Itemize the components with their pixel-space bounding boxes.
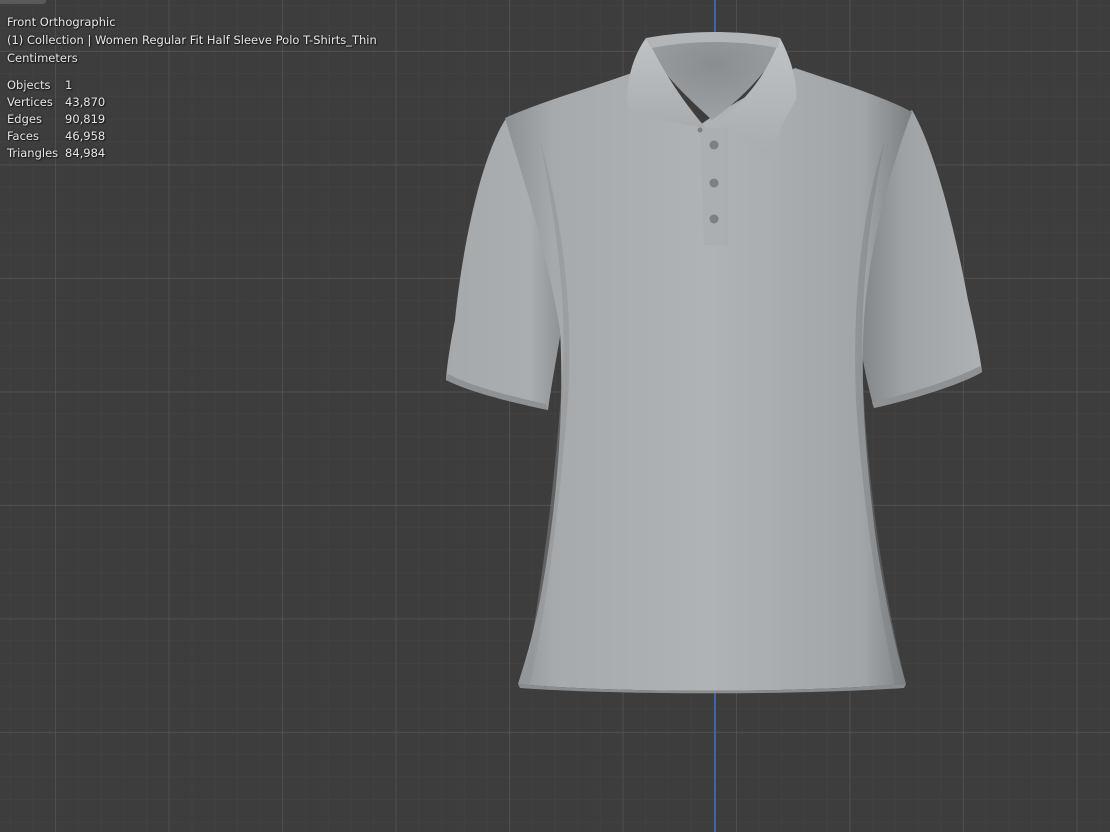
button-3 — [709, 214, 719, 224]
stat-label: Objects — [7, 78, 51, 92]
view-name-label: Front Orthographic — [7, 15, 116, 29]
stat-value: 43,870 — [65, 95, 106, 109]
stat-label: Edges — [7, 112, 42, 126]
stat-row-triangles: Triangles 84,984 — [7, 145, 105, 162]
stat-row-vertices: Vertices 43,870 — [7, 94, 105, 111]
stat-value: 1 — [65, 78, 73, 92]
collection-name-label: (1) Collection | Women Regular Fit Half … — [7, 33, 377, 47]
stat-row-edges: Edges 90,819 — [7, 111, 105, 128]
stat-value: 46,958 — [65, 129, 106, 143]
scene-statistics: Objects 1 Vertices 43,870 Edges 90,819 F… — [7, 77, 105, 162]
polo-shirt-model[interactable] — [0, 0, 1110, 832]
button-2 — [709, 178, 719, 188]
button-1 — [709, 140, 719, 150]
3d-viewport[interactable]: Front Orthographic (1) Collection | Wome… — [0, 0, 1110, 832]
stat-value: 84,984 — [65, 146, 106, 160]
stat-label: Faces — [7, 129, 39, 143]
stat-label: Vertices — [7, 95, 53, 109]
stat-value: 90,819 — [65, 112, 106, 126]
stat-label: Triangles — [7, 146, 59, 160]
stat-row-objects: Objects 1 — [7, 77, 105, 94]
units-label: Centimeters — [7, 51, 78, 65]
stat-row-faces: Faces 46,958 — [7, 128, 105, 145]
